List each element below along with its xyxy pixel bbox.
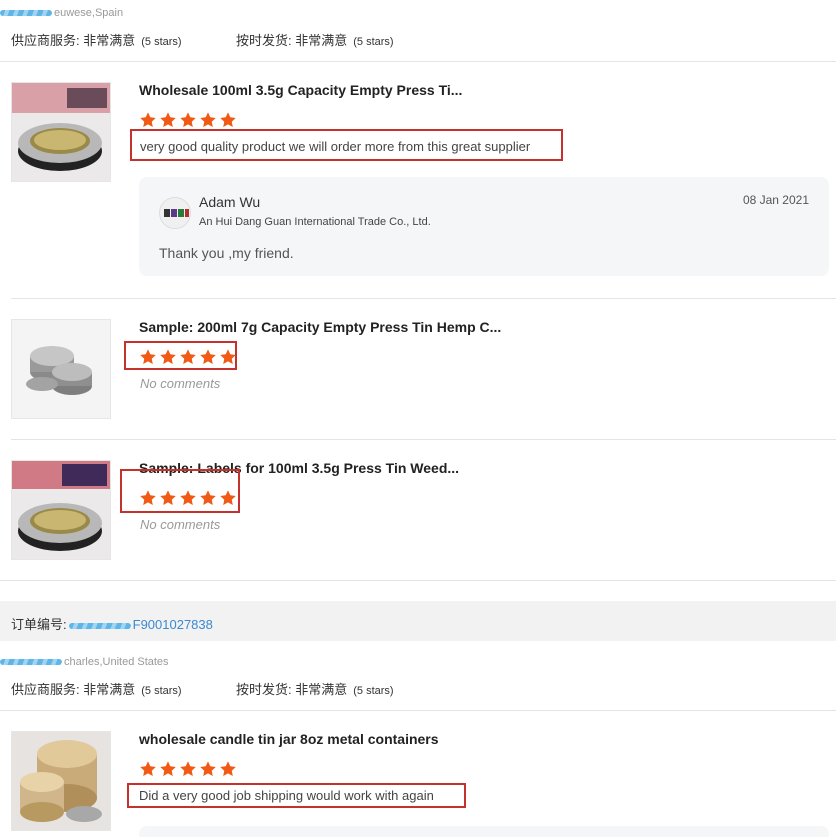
divider [11, 439, 836, 440]
shipping-rating-stars: (5 stars) [353, 685, 394, 697]
star-icon [159, 760, 177, 778]
supplier-ratings: 供应商服务: 非常满意 (5 stars) 按时发货: 非常满意 (5 stars) [11, 679, 394, 698]
supplier-ratings: 供应商服务: 非常满意 (5 stars) 按时发货: 非常满意 (5 stars) [11, 30, 394, 49]
star-icon [179, 111, 197, 129]
star-icon [199, 760, 217, 778]
divider [0, 61, 836, 62]
buyer-info: charles,United States [0, 656, 169, 668]
redacted-mark [0, 659, 62, 666]
highlight-box [124, 341, 237, 370]
redacted-mark [68, 622, 131, 629]
service-rating-stars: (5 stars) [141, 685, 182, 697]
star-icon [139, 760, 157, 778]
no-comments-text: No comments [140, 376, 221, 391]
star-icon [219, 760, 237, 778]
buyer-name: charles,United States [64, 656, 169, 668]
star-icon [219, 111, 237, 129]
shipping-rating-label: 按时发货: 非常满意 [236, 682, 348, 697]
reviews-page: euwese,Spain 供应商服务: 非常满意 (5 stars) 按时发货: … [0, 0, 836, 837]
divider [11, 298, 836, 299]
service-rating-stars: (5 stars) [141, 36, 182, 48]
product-thumbnail[interactable] [11, 731, 111, 831]
supplier-reply [139, 826, 829, 837]
rating-stars [139, 760, 239, 778]
buyer-name: euwese,Spain [54, 7, 124, 19]
divider [0, 580, 836, 581]
star-icon [159, 111, 177, 129]
reply-text: Thank you ,my friend. [159, 245, 294, 261]
product-title[interactable]: Wholesale 100ml 3.5g Capacity Empty Pres… [139, 82, 462, 98]
shipping-rating-stars: (5 stars) [353, 36, 394, 48]
product-title[interactable]: Sample: 200ml 7g Capacity Empty Press Ti… [139, 319, 501, 335]
product-title[interactable]: wholesale candle tin jar 8oz metal conta… [139, 731, 439, 747]
product-thumbnail[interactable] [11, 82, 111, 182]
review-comment: Did a very good job shipping would work … [139, 788, 434, 803]
order-number-label: 订单编号: [11, 617, 67, 632]
supplier-reply: Adam Wu An Hui Dang Guan International T… [139, 177, 829, 276]
order-number: 订单编号: F9001027838 [11, 614, 213, 633]
service-rating-label: 供应商服务: 非常满意 [11, 682, 136, 697]
reply-date: 08 Jan 2021 [742, 193, 809, 207]
service-rating-label: 供应商服务: 非常满意 [11, 33, 136, 48]
order-header: 订单编号: F9001027838 [0, 601, 836, 641]
divider [0, 710, 836, 711]
review-comment: very good quality product we will order … [140, 139, 531, 154]
shipping-rating-label: 按时发货: 非常满意 [236, 33, 348, 48]
rating-stars [139, 111, 239, 129]
reply-company: An Hui Dang Guan International Trade Co.… [199, 216, 431, 228]
no-comments-text: No comments [140, 517, 221, 532]
product-thumbnail[interactable] [11, 319, 111, 419]
shipping-rating: 按时发货: 非常满意 (5 stars) [236, 30, 394, 49]
star-icon [179, 760, 197, 778]
highlight-box [120, 469, 240, 513]
shipping-rating: 按时发货: 非常满意 (5 stars) [236, 679, 394, 698]
order-number-link[interactable]: F9001027838 [133, 617, 213, 632]
redacted-mark [0, 10, 52, 17]
star-icon [199, 111, 217, 129]
star-icon [139, 111, 157, 129]
product-thumbnail[interactable] [11, 460, 111, 560]
buyer-info: euwese,Spain [0, 7, 123, 19]
avatar [159, 197, 191, 229]
reply-author-name: Adam Wu [199, 194, 261, 210]
